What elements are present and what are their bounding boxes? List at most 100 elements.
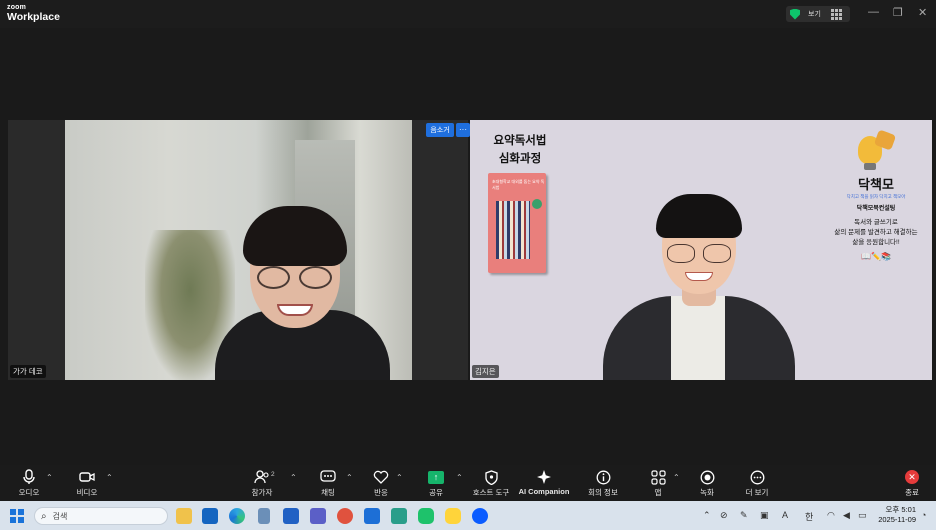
book-cover-art	[496, 201, 530, 259]
chat-app-icon[interactable]	[418, 508, 434, 524]
brand-large: Workplace	[7, 11, 60, 23]
host-tools-label: 호스트 도구	[472, 488, 510, 497]
tile-more-button[interactable]: ···	[456, 123, 470, 137]
volume-icon[interactable]: ◀	[843, 510, 850, 521]
windows-start-icon[interactable]	[10, 509, 24, 523]
os-taskbar: ⌕ 검색 ⌃ ⊘ ✎ ▣ A 한 ◠ ◀ ▭ 오후 5:01 2025-11-0…	[0, 501, 936, 530]
search-icon: ⌕	[41, 510, 47, 522]
wifi-icon[interactable]: ◠	[827, 510, 835, 521]
mute-participant-button[interactable]: 음소거	[426, 123, 454, 137]
meeting-info-button[interactable]: 회의 정보	[573, 468, 633, 498]
glasses	[255, 266, 335, 290]
shield-icon	[484, 468, 498, 486]
title-bar: zoom Workplace 보기 — ❐ ✕	[0, 0, 936, 28]
participants-count: 2	[271, 471, 275, 478]
file-explorer-icon[interactable]	[176, 508, 192, 524]
audio-label: 오디오	[18, 488, 40, 497]
taskbar-clock[interactable]: 오후 5:01 2025-11-09	[876, 505, 916, 525]
minimize-icon[interactable]: —	[868, 6, 879, 18]
apps-label: 앱	[654, 488, 662, 497]
meeting-toolbar: 오디오 ⌃ 비디오 ⌃ 참가자 2 ⌃ 채팅 ⌃ 반응 ⌃ ↑ 공유 ⌃ 호스트…	[0, 465, 936, 501]
end-meeting-button[interactable]: ✕ 종료	[882, 468, 936, 498]
participant-tile[interactable]: 가가 데코	[8, 120, 468, 380]
participant-name-label: 가가 데코	[10, 365, 46, 378]
participants-options-caret-icon[interactable]: ⌃	[290, 473, 297, 482]
office-app-icon[interactable]	[337, 508, 353, 524]
person-shirt	[671, 296, 725, 380]
brand-subtitle: 닥치고 책을 읽자 닥치고 책모아	[846, 194, 906, 199]
zoom-app-icon[interactable]	[472, 508, 488, 524]
maximize-icon[interactable]: ❐	[893, 6, 903, 19]
ime-mode-a[interactable]: A	[782, 510, 788, 520]
tray-expand-icon[interactable]: ⌃	[703, 510, 711, 521]
brand-name: 닥책모	[858, 177, 894, 192]
ai-companion-button[interactable]: AI Companion	[514, 468, 574, 496]
word-app-icon[interactable]	[364, 508, 380, 524]
participants-icon	[254, 468, 270, 486]
brand-slogan: 독서와 글쓰기로 삶의 문제를 발견하고 해결하는 삶을 응원합니다!!	[820, 218, 932, 248]
book-cover-image: 초대형학교 대외를 돕는 요약 독서법	[488, 173, 546, 273]
participant-tile[interactable]: 요약독서법 심화과정 초대형학교 대외를 돕는 요약 독서법 닥책모 닥치고 책…	[470, 120, 932, 380]
share-label: 공유	[429, 488, 443, 497]
chat-label: 채팅	[321, 488, 335, 497]
react-label: 반응	[374, 488, 388, 497]
clock-time: 오후 5:01	[885, 505, 916, 514]
tray-pen-icon[interactable]: ✎	[740, 510, 748, 521]
book-title-line1: 요약독서법	[493, 135, 547, 147]
view-label: 보기	[808, 11, 821, 18]
lightbulb-logo-icon	[852, 129, 897, 172]
person-hair	[656, 194, 742, 238]
book-badge	[532, 199, 542, 209]
more-label: 더 보기	[745, 488, 769, 497]
host-tools-button[interactable]: 호스트 도구	[461, 468, 521, 498]
video-options-caret-icon[interactable]: ⌃	[106, 473, 113, 482]
view-button[interactable]: 보기	[786, 6, 850, 22]
slogan-line3: 삶을 응원합니다!!	[852, 239, 900, 246]
audio-options-caret-icon[interactable]: ⌃	[46, 473, 53, 482]
more-icon	[750, 468, 765, 486]
meeting-info-label: 회의 정보	[588, 488, 618, 497]
participants-label: 참가자	[251, 488, 273, 497]
participant-name-label: 김지은	[472, 365, 499, 378]
search-placeholder: 검색	[52, 511, 68, 521]
end-call-icon: ✕	[905, 468, 919, 486]
video-label: 비디오	[76, 488, 98, 497]
notification-icon[interactable]: ◔	[921, 510, 926, 520]
battery-icon[interactable]: ▭	[858, 510, 867, 521]
more-button[interactable]: 더 보기	[727, 468, 787, 498]
teams-icon[interactable]	[310, 508, 326, 524]
share-screen-icon: ↑	[428, 468, 444, 486]
brand-block: 닥책모 닥치고 책을 읽자 닥치고 책모아 닥책모북컨설팅 독서와 글쓰기로 삶…	[820, 174, 932, 261]
close-icon[interactable]: ✕	[918, 6, 927, 19]
clock-date: 2025-11-09	[878, 515, 916, 524]
brand-small: zoom	[7, 4, 27, 11]
react-options-caret-icon[interactable]: ⌃	[396, 473, 403, 482]
participant-video	[65, 120, 412, 380]
tray-mic-off-icon[interactable]: ⊘	[720, 510, 728, 521]
brand-company: 닥책모북컨설팅	[856, 206, 896, 212]
microphone-icon	[23, 468, 35, 486]
slogan-line1: 독서와 글쓰기로	[854, 219, 898, 226]
taskbar-search-input[interactable]: ⌕ 검색	[34, 507, 168, 525]
apps-icon	[650, 468, 666, 486]
end-label: 종료	[905, 488, 919, 497]
edge-browser-icon[interactable]	[229, 508, 245, 524]
ai-companion-label: AI Companion	[518, 487, 570, 496]
outlook-icon[interactable]	[202, 508, 218, 524]
ime-mode-han[interactable]: 한	[805, 510, 813, 523]
sparkle-icon	[536, 468, 552, 486]
grid-view-icon	[830, 8, 842, 20]
encryption-shield-icon	[790, 8, 800, 20]
store-app-icon[interactable]	[391, 508, 407, 524]
book-title-line2: 심화과정	[498, 153, 542, 165]
book-title: 요약독서법 심화과정	[484, 132, 556, 168]
download-app-icon[interactable]	[283, 508, 299, 524]
zoom-logo: zoom Workplace	[7, 4, 60, 23]
book-cover-text: 초대형학교 대외를 돕는 요약 독서법	[492, 179, 545, 190]
kakaotalk-icon[interactable]	[445, 508, 461, 524]
slogan-line2: 삶의 문제를 발견하고 해결하는	[834, 229, 918, 236]
participants-button[interactable]: 참가자	[232, 468, 292, 498]
microphone-app-icon[interactable]	[258, 508, 270, 524]
tray-app-icon[interactable]: ▣	[760, 510, 769, 521]
glasses	[665, 244, 733, 264]
